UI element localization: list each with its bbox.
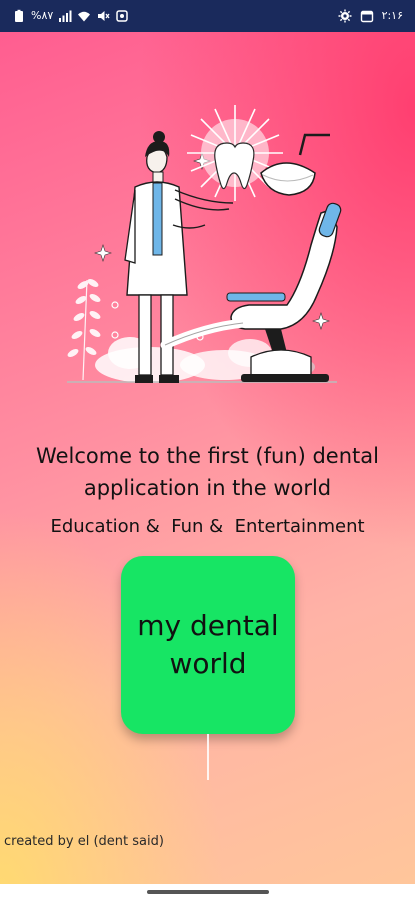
dentist-illustration-svg [67, 105, 342, 383]
signal-bars-icon [58, 9, 72, 23]
dental-lamp [260, 133, 330, 196]
calendar-icon [360, 9, 374, 23]
welcome-line-1: Welcome to the first (fun) dental [36, 444, 379, 468]
mute-icon [96, 9, 110, 23]
app-screen: %۸۷ ۲:۱۶ Welcome to the first (fun) dent… [0, 0, 415, 900]
subtitle: Education & Fun & Entertainment [50, 516, 365, 537]
home-gesture-handle[interactable] [147, 890, 269, 894]
status-bar-left: %۸۷ [12, 7, 129, 25]
battery-percent: %۸۷ [31, 9, 54, 22]
welcome-title: Welcome to the first (fun) dental applic… [0, 440, 415, 504]
my-dental-world-button-label: my dental world [128, 607, 288, 683]
wifi-icon [77, 9, 91, 23]
status-bar: %۸۷ ۲:۱۶ [0, 0, 415, 32]
button-label-line-1: my dental [137, 609, 279, 642]
dentist-illustration [55, 95, 360, 395]
status-time: ۲:۱۶ [381, 9, 403, 22]
credit-text: created by el (dent said) [4, 834, 164, 849]
welcome-line-2: application in the world [83, 476, 332, 500]
button-label-line-2: world [169, 647, 247, 680]
my-dental-world-button[interactable]: my dental world [121, 556, 295, 734]
battery-icon [12, 9, 26, 23]
notification-icon [115, 9, 129, 23]
status-bar-right: ۲:۱۶ [338, 7, 403, 25]
vertical-divider [207, 734, 209, 780]
navigation-bar [0, 884, 415, 900]
settings-gear-icon [338, 9, 352, 23]
